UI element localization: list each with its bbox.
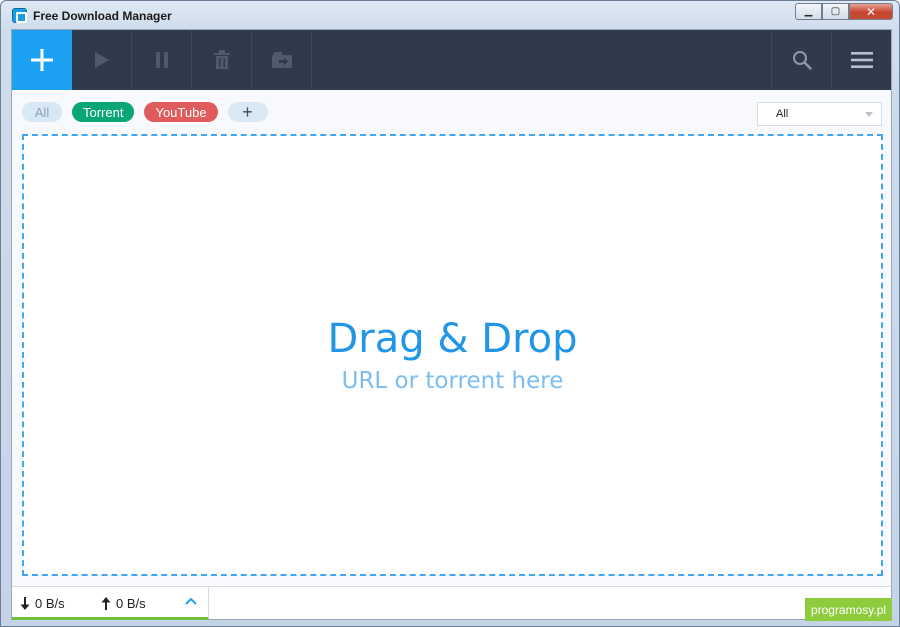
- upload-speed: 0 B/s: [101, 596, 146, 611]
- app-logo-icon: [12, 8, 27, 23]
- main-content: All Torrent YouTube + All Drag & Drop UR…: [11, 29, 892, 620]
- drop-zone[interactable]: Drag & Drop URL or torrent here: [22, 134, 883, 576]
- maximize-icon: ▢: [830, 6, 841, 17]
- play-icon: [94, 52, 109, 68]
- move-button[interactable]: [252, 30, 312, 90]
- chevron-up-icon[interactable]: [185, 597, 197, 605]
- search-button[interactable]: [771, 30, 831, 90]
- tag-youtube[interactable]: YouTube: [144, 102, 218, 122]
- window-controls: ▁ ▢ ✕: [795, 3, 893, 21]
- app-window: Free Download Manager ▁ ▢ ✕ All Torrent …: [0, 0, 900, 627]
- tag-filter-bar: All Torrent YouTube +: [22, 102, 268, 122]
- arrow-down-icon: [20, 597, 30, 610]
- arrow-up-icon: [101, 597, 111, 610]
- toolbar: [12, 30, 891, 90]
- drop-zone-title: Drag & Drop: [327, 316, 578, 362]
- plus-icon: [31, 49, 53, 71]
- search-icon: [792, 51, 812, 70]
- download-speed-value: 0 B/s: [35, 596, 65, 611]
- status-filter-value: All: [776, 108, 789, 120]
- close-icon: ✕: [865, 4, 877, 19]
- toolbar-right: [771, 30, 891, 90]
- status-filter-dropdown[interactable]: All: [757, 102, 882, 126]
- maximize-button[interactable]: ▢: [822, 3, 849, 20]
- download-speed: 0 B/s: [20, 596, 65, 611]
- minimize-button[interactable]: ▁: [795, 3, 822, 20]
- tag-all[interactable]: All: [22, 102, 62, 122]
- pause-icon: [155, 52, 168, 68]
- add-tag-button[interactable]: +: [227, 102, 268, 122]
- window-title: Free Download Manager: [33, 9, 172, 23]
- delete-button[interactable]: [192, 30, 252, 90]
- watermark-logo: programosy.pl: [805, 598, 892, 621]
- main-menu-button[interactable]: [831, 30, 891, 90]
- status-bar: 0 B/s 0 B/s: [12, 586, 891, 620]
- speed-panel[interactable]: 0 B/s 0 B/s: [12, 587, 209, 620]
- close-button[interactable]: ✕: [849, 3, 893, 20]
- upload-speed-value: 0 B/s: [116, 596, 146, 611]
- chevron-down-icon: [865, 112, 873, 117]
- drop-zone-subtitle: URL or torrent here: [341, 368, 564, 394]
- tag-torrent[interactable]: Torrent: [72, 102, 135, 122]
- pause-button[interactable]: [132, 30, 192, 90]
- hamburger-menu-icon: [850, 52, 873, 68]
- title-bar[interactable]: Free Download Manager ▁ ▢ ✕: [1, 1, 899, 29]
- move-to-folder-icon: [271, 52, 292, 68]
- start-button[interactable]: [72, 30, 132, 90]
- add-download-button[interactable]: [12, 30, 72, 90]
- minimize-icon: ▁: [804, 6, 813, 17]
- trash-icon: [213, 50, 230, 69]
